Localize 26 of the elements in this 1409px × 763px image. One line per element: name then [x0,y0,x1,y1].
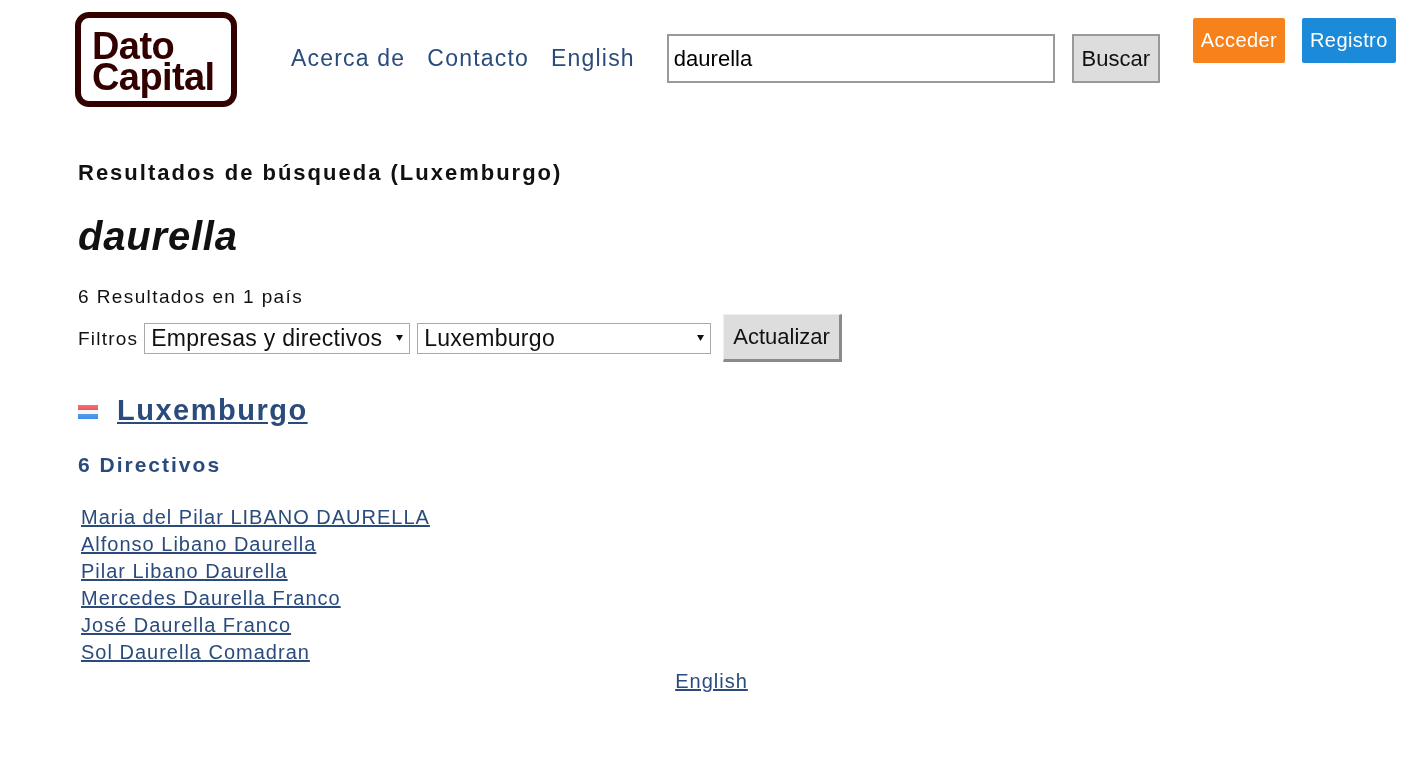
language-link[interactable]: English [675,670,748,692]
section-title: 6 Directivos [78,453,222,477]
category-select[interactable]: Empresas y directivos [144,322,411,354]
register-button[interactable]: Registro [1302,18,1396,63]
results-heading: Resultados de búsqueda (Luxemburgo) [78,160,563,186]
person-link[interactable]: Maria del Pilar LIBANO DAURELLA [81,504,430,531]
person-link[interactable]: Alfonso Libano Daurella [81,531,317,558]
country-select[interactable]: Luxemburgo [417,322,712,354]
nav-link[interactable]: English [551,44,635,72]
search-query-title: daurella [78,213,239,259]
results-summary: 6 Resultados en 1 país [78,286,304,308]
filters-label: Filtros [78,328,139,350]
logo[interactable]: Dato Capital [75,12,237,107]
update-button[interactable]: Actualizar [723,314,843,362]
search-button[interactable]: Buscar [1071,34,1160,83]
flag-icon [78,405,98,419]
search-field[interactable]: daurella [666,34,1055,83]
caret-icon [396,335,404,341]
person-link[interactable]: Pilar Libano Daurella [81,558,288,585]
person-link[interactable]: José Daurella Franco [81,612,292,639]
caret-icon [697,335,705,341]
person-link[interactable]: Mercedes Daurella Franco [81,585,341,612]
nav-link[interactable]: Acerca de [291,44,406,72]
country-link[interactable]: Luxemburgo [117,393,308,427]
person-link[interactable]: Sol Daurella Comadran [81,639,310,666]
nav-link[interactable]: Contacto [427,44,529,72]
